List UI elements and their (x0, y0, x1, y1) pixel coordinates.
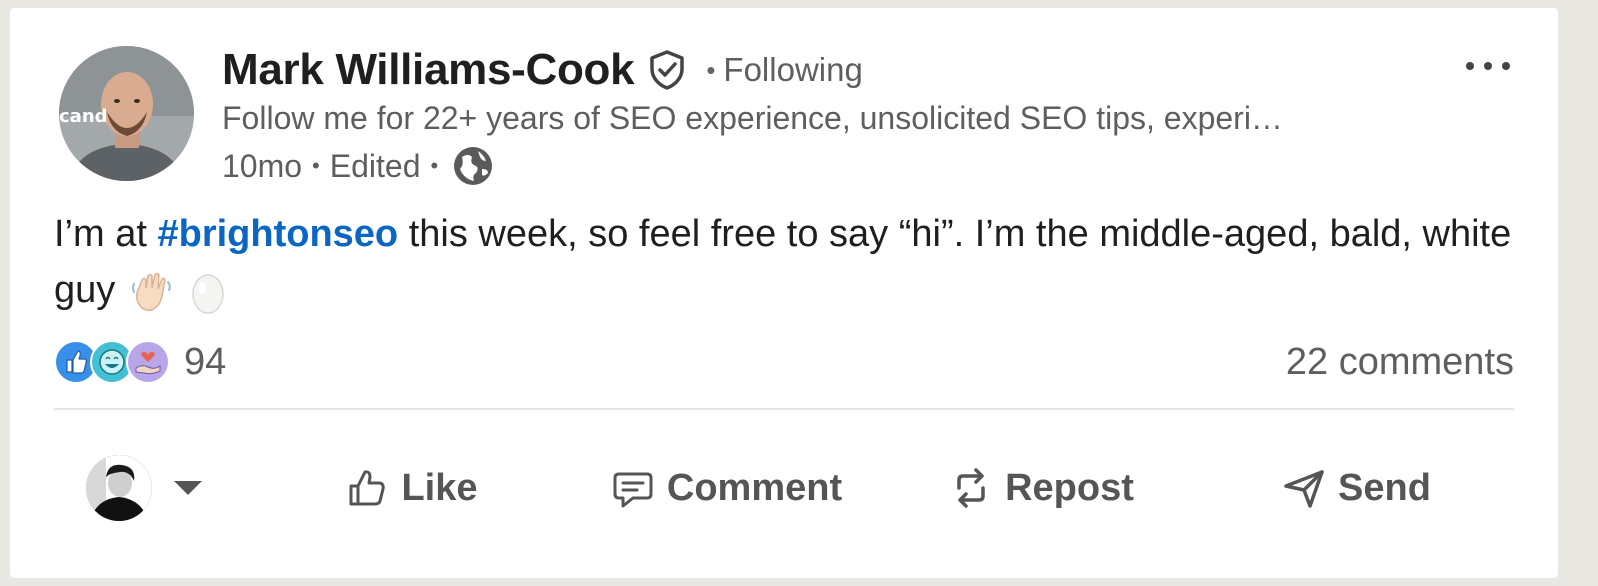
author-photo: cand (59, 46, 194, 181)
repost-button[interactable]: Repost (884, 448, 1199, 528)
more-options-button[interactable] (1458, 48, 1518, 84)
thumbs-up-icon (349, 470, 386, 506)
author-name[interactable]: Mark Williams-Cook (222, 45, 635, 95)
hashtag-link[interactable]: #brightonseo (157, 213, 398, 255)
author-avatar[interactable]: cand (59, 46, 194, 181)
egg-icon (192, 274, 225, 314)
post-body-prefix: I’m at (54, 213, 158, 255)
waving-hand-icon (131, 272, 171, 311)
repost-label: Repost (1005, 466, 1134, 509)
post-card: cand Mark Williams-Cook • Following Foll… (10, 8, 1558, 578)
post-meta: 10mo • Edited • (222, 145, 1408, 187)
actor-switcher[interactable] (54, 455, 254, 521)
post-age[interactable]: 10mo (222, 148, 302, 185)
reaction-count: 94 (184, 340, 227, 383)
comment-bubble-icon (613, 472, 653, 508)
comments-count-link[interactable]: 22 comments (1286, 341, 1514, 384)
send-label: Send (1338, 466, 1431, 509)
actor-avatar (86, 455, 152, 521)
author-name-row: Mark Williams-Cook • Following (222, 44, 1408, 96)
divider (54, 408, 1514, 410)
actor-photo (86, 455, 152, 521)
dot-separator: • (430, 153, 439, 178)
comment-label: Comment (666, 466, 843, 509)
avatar-shirt-text: cand (59, 106, 108, 127)
comment-button[interactable]: Comment (569, 448, 884, 528)
repost-icon (957, 468, 985, 508)
dot-separator: • (312, 153, 320, 178)
edited-label: Edited (329, 147, 421, 184)
reactions-summary[interactable]: 94 (54, 340, 226, 384)
like-button[interactable]: Like (254, 448, 569, 528)
author-block: Mark Williams-Cook • Following Follow me… (222, 44, 1408, 187)
send-paper-plane-icon (1284, 470, 1324, 508)
follow-status: Following (723, 51, 863, 88)
author-headline: Follow me for 22+ years of SEO experienc… (222, 100, 1283, 136)
like-label: Like (401, 466, 478, 509)
post-body: I’m at #brightonseo this week, so feel f… (54, 206, 1534, 318)
support-reaction-icon (126, 340, 170, 384)
verified-shield-icon (650, 50, 685, 90)
action-bar: Like Comment Repost Send (54, 448, 1514, 528)
ellipsis-icon (1466, 62, 1510, 70)
dot-separator: • (706, 54, 716, 85)
send-button[interactable]: Send (1199, 448, 1514, 528)
chevron-down-icon (174, 481, 202, 495)
globe-icon (454, 147, 493, 185)
